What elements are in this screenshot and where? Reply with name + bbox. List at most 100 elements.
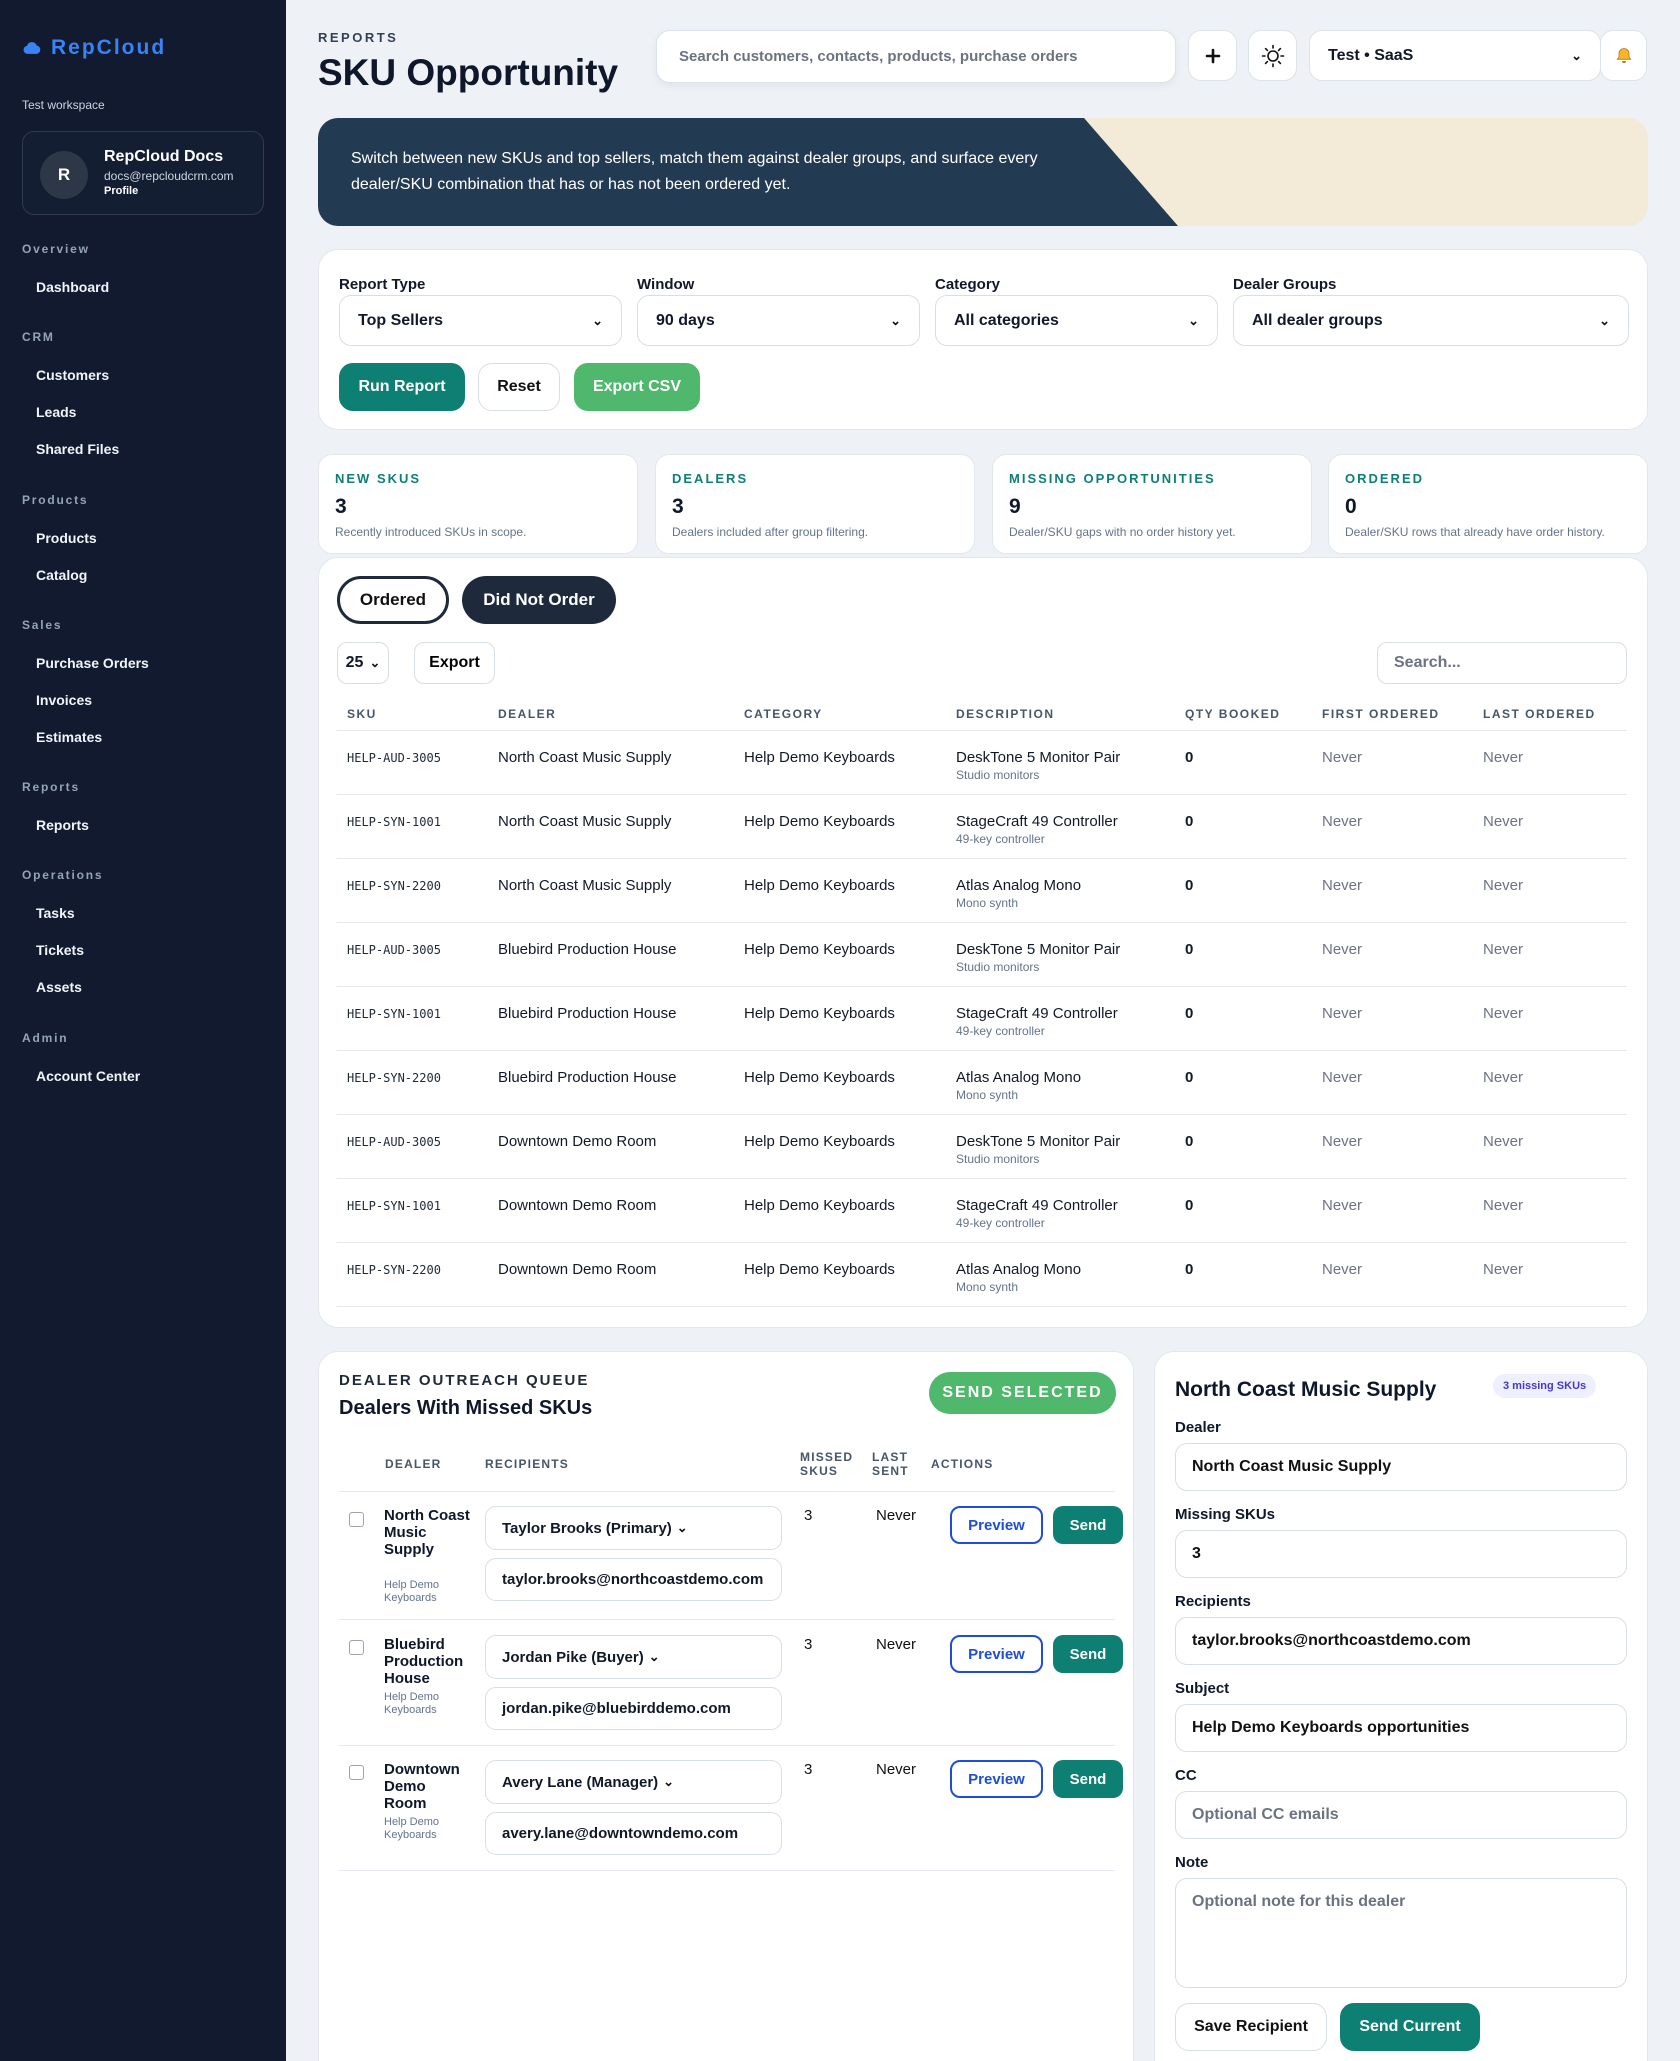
note-textarea[interactable]: Optional note for this dealer bbox=[1175, 1878, 1627, 1988]
sidebar-item-dashboard[interactable]: Dashboard bbox=[36, 279, 109, 295]
sidebar-item-reports[interactable]: Reports bbox=[36, 817, 89, 833]
avatar: R bbox=[40, 151, 88, 199]
category-select[interactable]: All categories ⌄ bbox=[935, 295, 1218, 346]
send-selected-button[interactable]: SEND SELECTED bbox=[929, 1372, 1116, 1414]
stat-value: 3 bbox=[335, 495, 347, 518]
column-header-recipients: RECIPIENTS bbox=[485, 1457, 570, 1471]
subject-field[interactable]: Help Demo Keyboards opportunities bbox=[1175, 1704, 1627, 1752]
page-size-select[interactable]: 25 ⌄ bbox=[337, 642, 389, 684]
sidebar-item-purchase-orders[interactable]: Purchase Orders bbox=[36, 655, 149, 671]
report-type-select[interactable]: Top Sellers ⌄ bbox=[339, 295, 622, 346]
notifications-button[interactable] bbox=[1600, 30, 1647, 81]
table-search-input[interactable] bbox=[1377, 642, 1627, 684]
cell-qty: 0 bbox=[1185, 1197, 1194, 1214]
preview-button[interactable]: Preview bbox=[950, 1506, 1043, 1544]
bell-icon bbox=[1616, 47, 1631, 63]
sidebar-item-customers[interactable]: Customers bbox=[36, 367, 109, 383]
column-header-category[interactable]: CATEGORY bbox=[744, 707, 823, 721]
recipient-select[interactable]: Taylor Brooks (Primary) ⌄ bbox=[485, 1506, 782, 1550]
column-header-last-ordered[interactable]: LAST ORDERED bbox=[1483, 707, 1596, 721]
row-checkbox[interactable] bbox=[349, 1512, 364, 1527]
profile-name: RepCloud Docs bbox=[104, 148, 224, 165]
sidebar-item-account-center[interactable]: Account Center bbox=[36, 1068, 140, 1084]
sidebar-item-tickets[interactable]: Tickets bbox=[36, 942, 84, 958]
send-current-button[interactable]: Send Current bbox=[1340, 2003, 1480, 2051]
missed-skus-count: 3 bbox=[804, 1636, 813, 1653]
sidebar-item-invoices[interactable]: Invoices bbox=[36, 692, 92, 708]
tab-ordered[interactable]: Ordered bbox=[337, 576, 449, 624]
sun-icon bbox=[1261, 44, 1284, 67]
workspace-select-value: Test • SaaS bbox=[1328, 46, 1414, 64]
send-button[interactable]: Send bbox=[1053, 1506, 1123, 1544]
column-header-qty-booked[interactable]: QTY BOOKED bbox=[1185, 707, 1280, 721]
column-header-dealer[interactable]: DEALER bbox=[498, 707, 556, 721]
chevron-down-icon: ⌄ bbox=[592, 312, 603, 328]
send-button[interactable]: Send bbox=[1053, 1635, 1123, 1673]
profile-link[interactable]: Profile bbox=[104, 185, 138, 197]
table-row[interactable]: HELP-SYN-1001 Bluebird Production House … bbox=[337, 987, 1627, 1051]
add-button[interactable] bbox=[1188, 30, 1237, 81]
cell-sku: HELP-SYN-1001 bbox=[347, 1199, 441, 1213]
workspace-select[interactable]: Test • SaaS ⌄ bbox=[1309, 30, 1601, 81]
recipient-email-field[interactable]: avery.lane@downtowndemo.com bbox=[485, 1812, 782, 1855]
missing-skus-field[interactable]: 3 bbox=[1175, 1530, 1627, 1578]
tab-did-not-order[interactable]: Did Not Order bbox=[462, 576, 616, 624]
table-row[interactable]: HELP-SYN-2200 Downtown Demo Room Help De… bbox=[337, 1243, 1627, 1307]
cell-dealer: Bluebird Production House bbox=[498, 1069, 677, 1086]
table-row[interactable]: HELP-SYN-1001 North Coast Music Supply H… bbox=[337, 795, 1627, 859]
cell-dealer: North Coast Music Supply bbox=[498, 877, 672, 894]
sidebar-item-products[interactable]: Products bbox=[36, 530, 97, 546]
preview-button[interactable]: Preview bbox=[950, 1635, 1043, 1673]
table-row[interactable]: HELP-SYN-2200 Bluebird Production House … bbox=[337, 1051, 1627, 1115]
cell-first-ordered: Never bbox=[1322, 941, 1363, 958]
cc-field[interactable]: Optional CC emails bbox=[1175, 1791, 1627, 1839]
recipient-select[interactable]: Jordan Pike (Buyer) ⌄ bbox=[485, 1635, 782, 1679]
preview-button[interactable]: Preview bbox=[950, 1760, 1043, 1798]
cell-dealer: Bluebird Production House bbox=[498, 1005, 677, 1022]
cell-dealer: North Coast Music Supply bbox=[498, 813, 672, 830]
cell-dealer: Downtown Demo Room bbox=[498, 1133, 657, 1150]
missing-skus-label: Missing SKUs bbox=[1175, 1506, 1276, 1523]
dealer-field[interactable]: North Coast Music Supply bbox=[1175, 1443, 1627, 1491]
recipient-email-field[interactable]: taylor.brooks@northcoastdemo.com bbox=[485, 1558, 782, 1601]
sidebar-item-shared-files[interactable]: Shared Files bbox=[36, 441, 119, 457]
window-select[interactable]: 90 days ⌄ bbox=[637, 295, 920, 346]
column-header-first-ordered[interactable]: FIRST ORDERED bbox=[1322, 707, 1440, 721]
table-row[interactable]: HELP-AUD-3005 Downtown Demo Room Help De… bbox=[337, 1115, 1627, 1179]
export-csv-button[interactable]: Export CSV bbox=[574, 363, 700, 411]
row-checkbox[interactable] bbox=[349, 1640, 364, 1655]
send-button[interactable]: Send bbox=[1053, 1760, 1123, 1798]
save-recipient-button[interactable]: Save Recipient bbox=[1175, 2003, 1327, 2051]
brand-logo[interactable]: RepCloud bbox=[22, 36, 166, 60]
chevron-down-icon: ⌄ bbox=[1599, 312, 1610, 328]
dealer-groups-select[interactable]: All dealer groups ⌄ bbox=[1233, 295, 1629, 346]
dealer-groups-value: All dealer groups bbox=[1252, 311, 1383, 329]
column-header-description[interactable]: DESCRIPTION bbox=[956, 707, 1055, 721]
recipient-select[interactable]: Avery Lane (Manager) ⌄ bbox=[485, 1760, 782, 1804]
reset-button[interactable]: Reset bbox=[478, 363, 560, 411]
table-export-button[interactable]: Export bbox=[414, 642, 495, 684]
sidebar-item-leads[interactable]: Leads bbox=[36, 404, 76, 420]
nav-section-admin: Admin bbox=[22, 1031, 69, 1045]
sidebar-item-assets[interactable]: Assets bbox=[36, 979, 82, 995]
profile-card[interactable]: R RepCloud Docs docs@repcloudcrm.com Pro… bbox=[22, 131, 264, 215]
global-search-input[interactable] bbox=[656, 30, 1176, 83]
sidebar-item-catalog[interactable]: Catalog bbox=[36, 567, 87, 583]
table-row[interactable]: HELP-SYN-2200 North Coast Music Supply H… bbox=[337, 859, 1627, 923]
stat-label: ORDERED bbox=[1345, 471, 1425, 486]
row-checkbox[interactable] bbox=[349, 1765, 364, 1780]
column-header-sku[interactable]: SKU bbox=[347, 707, 377, 721]
category-value: All categories bbox=[954, 311, 1059, 329]
cell-dealer: Bluebird Production House bbox=[498, 941, 677, 958]
cell-qty: 0 bbox=[1185, 813, 1194, 830]
recipients-field[interactable]: taylor.brooks@northcoastdemo.com bbox=[1175, 1617, 1627, 1665]
sidebar-item-tasks[interactable]: Tasks bbox=[36, 905, 75, 921]
run-report-button[interactable]: Run Report bbox=[339, 363, 465, 411]
table-row[interactable]: HELP-AUD-3005 Bluebird Production House … bbox=[337, 923, 1627, 987]
theme-toggle-button[interactable] bbox=[1248, 30, 1297, 81]
table-row[interactable]: HELP-AUD-3005 North Coast Music Supply H… bbox=[337, 731, 1627, 795]
sidebar-item-estimates[interactable]: Estimates bbox=[36, 729, 102, 745]
recipient-email-field[interactable]: jordan.pike@bluebirddemo.com bbox=[485, 1687, 782, 1730]
last-sent: Never bbox=[876, 1761, 917, 1778]
table-row[interactable]: HELP-SYN-1001 Downtown Demo Room Help De… bbox=[337, 1179, 1627, 1243]
